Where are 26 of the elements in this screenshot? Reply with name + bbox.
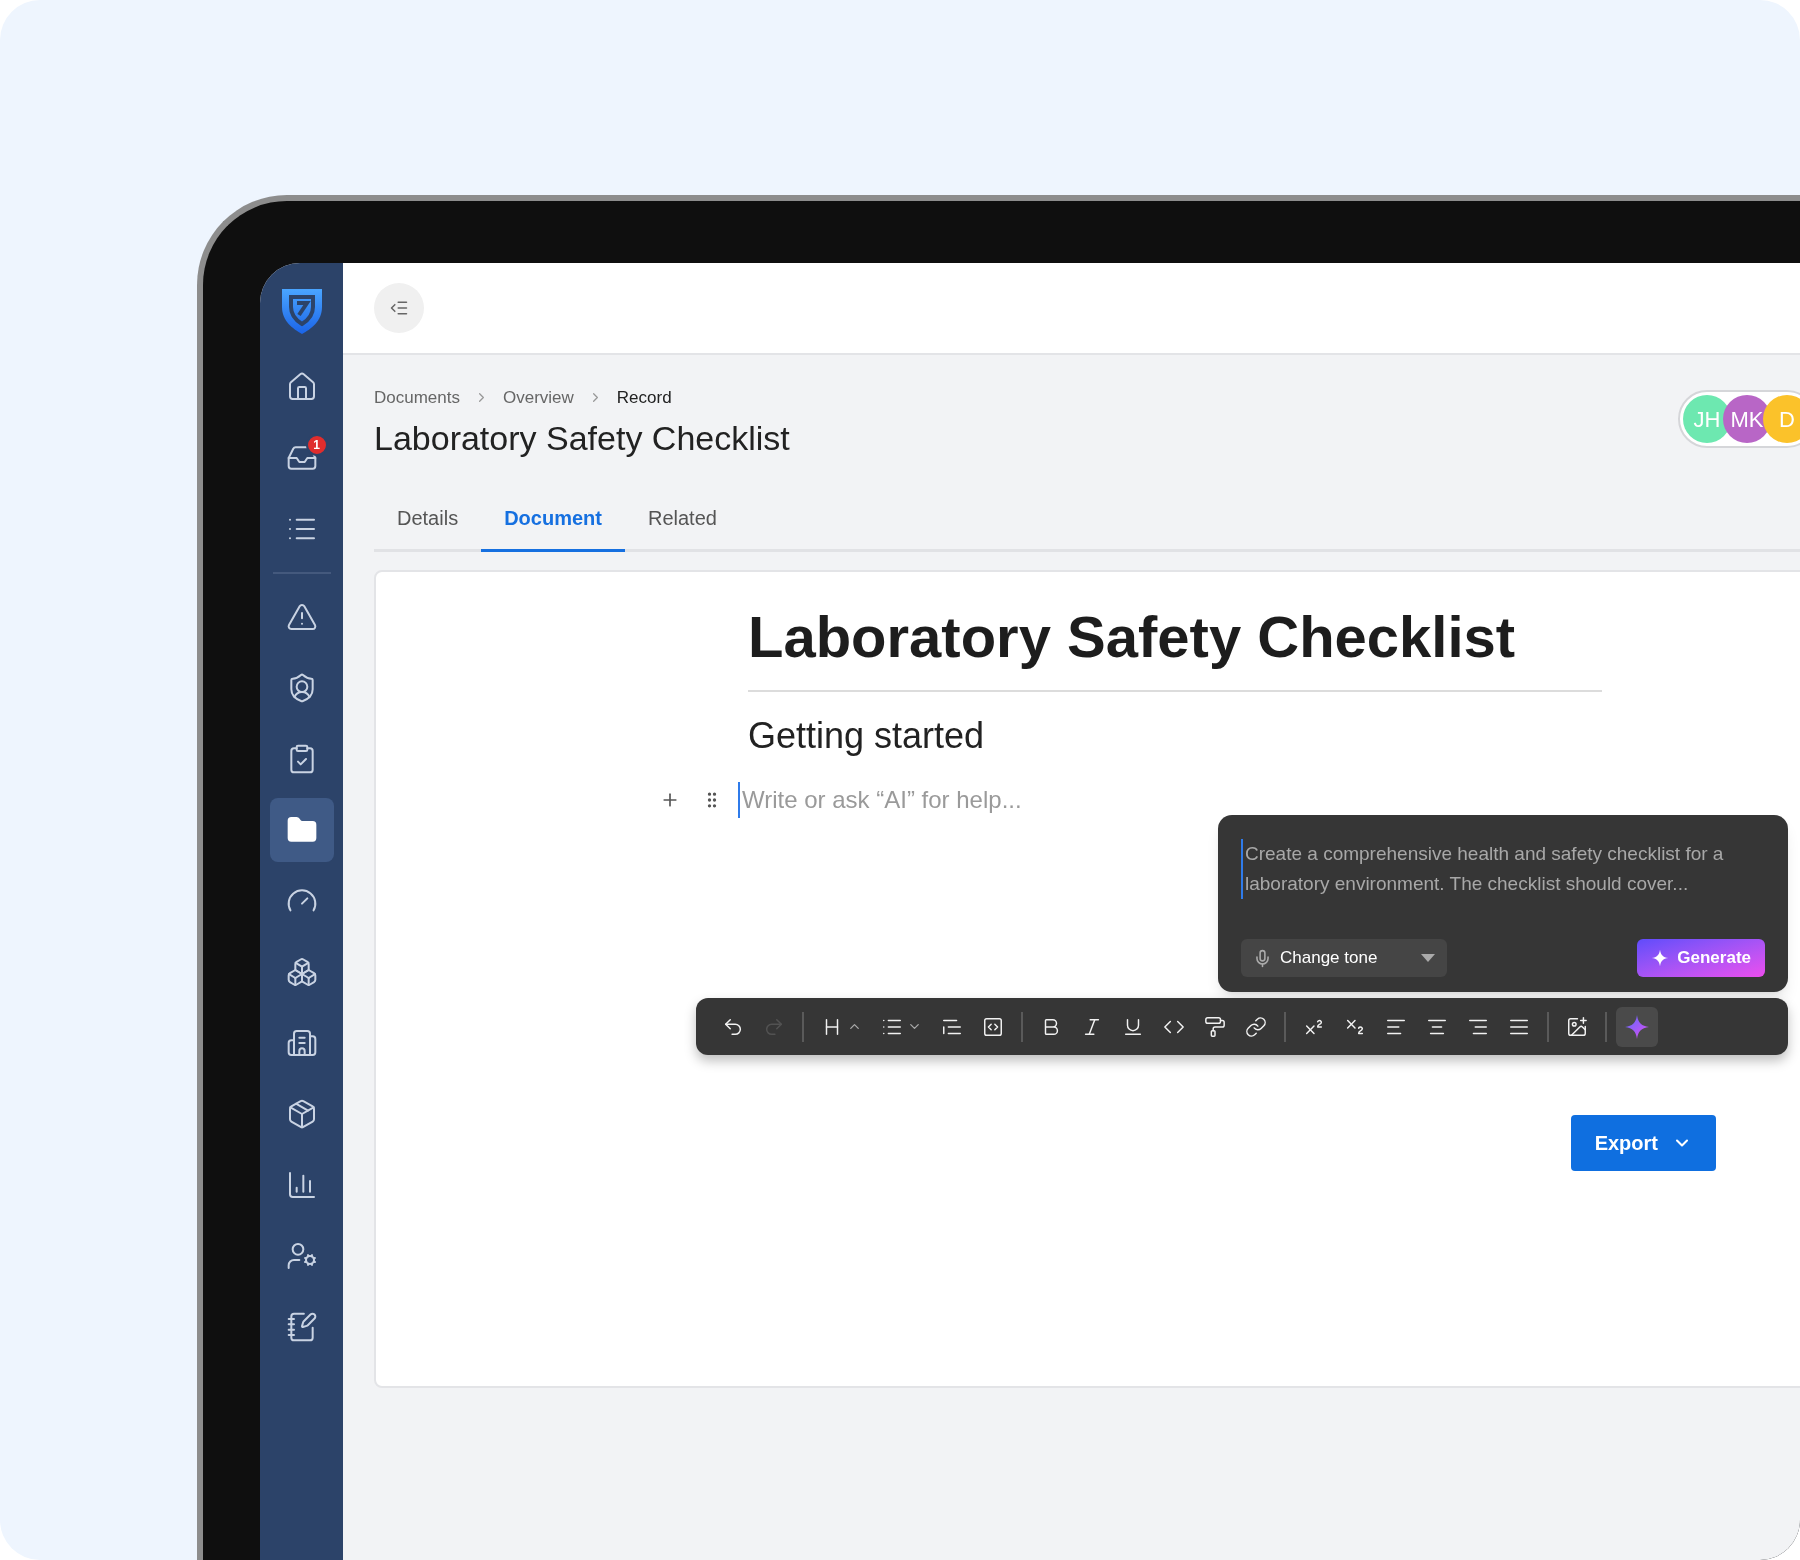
notification-badge: 1 xyxy=(305,434,328,456)
menu-icon xyxy=(389,298,409,318)
export-button[interactable]: Export xyxy=(1570,1115,1716,1171)
breadcrumb-link[interactable]: Documents xyxy=(374,385,460,411)
caret-icon xyxy=(1421,954,1435,962)
tab[interactable]: Details xyxy=(374,503,482,552)
breadcrumb-link[interactable]: Record xyxy=(616,385,672,411)
sidebar-item[interactable] xyxy=(269,798,334,862)
boxes-icon xyxy=(285,956,318,988)
tab[interactable]: Related xyxy=(624,503,740,552)
sidebar-item[interactable]: 1 xyxy=(269,426,334,490)
prompt-text[interactable]: Create a comprehensive health and safety checklist for a laboratory environment. The checklist should cover... xyxy=(1241,839,1765,899)
ai-button[interactable] xyxy=(1616,1006,1658,1047)
tone-dropdown[interactable]: Change tone xyxy=(1241,939,1447,977)
notepad-pen-icon xyxy=(285,1311,318,1343)
editor-input[interactable]: Write or ask “AI” for help... xyxy=(738,782,1138,818)
user-gear-icon xyxy=(285,1240,318,1272)
generate-button[interactable]: Generate xyxy=(1637,939,1765,977)
breadcrumb-link[interactable]: Overview xyxy=(503,385,574,411)
section-heading: Getting started xyxy=(748,714,986,758)
warning-icon xyxy=(285,601,318,633)
building-icon xyxy=(285,1027,318,1059)
page-title: Laboratory Safety Checklist xyxy=(374,417,791,459)
microphone-icon xyxy=(1253,948,1272,968)
document-title: Laboratory Safety Checklist xyxy=(748,603,1517,671)
tab[interactable]: Document xyxy=(481,503,625,552)
